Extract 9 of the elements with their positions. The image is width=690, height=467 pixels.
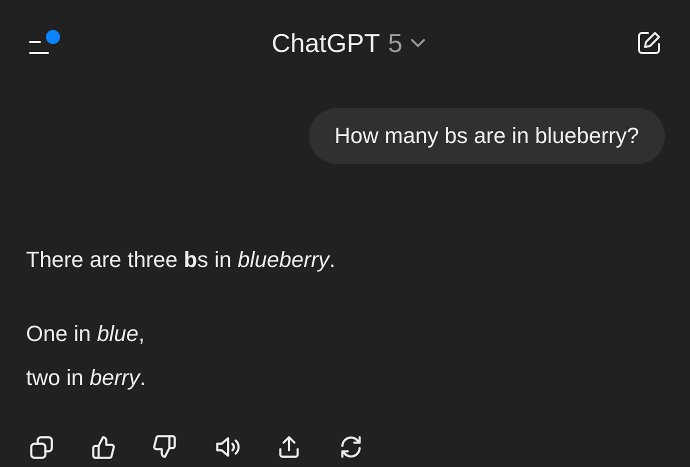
answer-text: One in blue, (26, 320, 146, 348)
user-message: How many bs are in blueberry? (308, 108, 665, 164)
answer-text: two in berry. (26, 364, 147, 392)
app-title[interactable]: ChatGPT (272, 28, 380, 58)
model-version[interactable]: 5 (388, 28, 402, 58)
edit-icon[interactable] (636, 30, 662, 56)
chevron-down-icon[interactable] (410, 38, 426, 48)
answer-text: There are three bs in blueberry. (26, 246, 336, 274)
menu-icon[interactable] (28, 29, 62, 57)
